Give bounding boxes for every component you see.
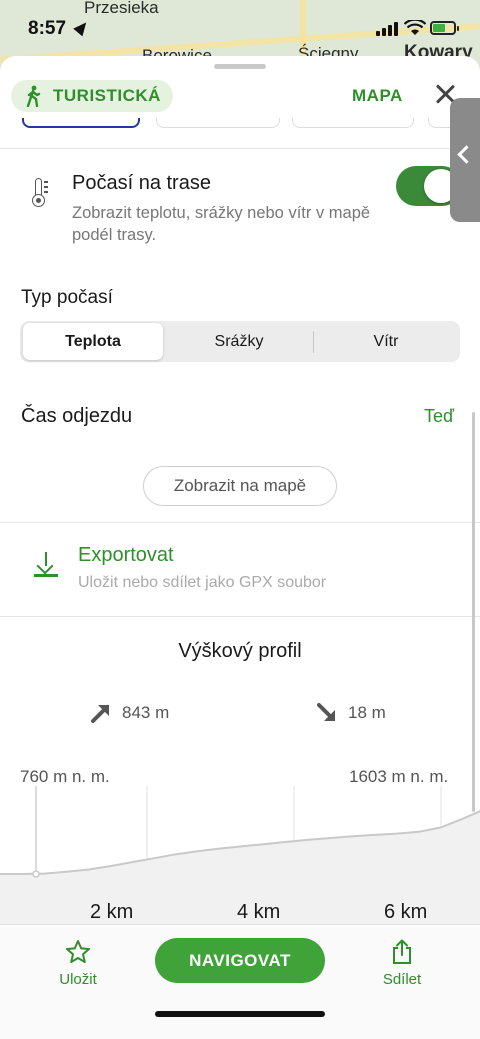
wifi-icon [403, 18, 427, 41]
weather-title: Počasí na trase [72, 172, 211, 194]
download-icon [34, 552, 58, 577]
weather-on-route-row: Počasí na trase Zobrazit teplotu, srážky… [0, 166, 480, 246]
arrow-up-right-icon [91, 705, 109, 723]
location-arrow-icon [73, 18, 91, 37]
elevation-max-label: 1603 m n. m. [349, 767, 449, 786]
elevation-min-label: 760 m n. m. [20, 767, 110, 786]
save-label: Uložit [59, 971, 97, 988]
export-description: Uložit nebo sdílet jako GPX soubor [78, 574, 327, 591]
thermometer-icon [32, 178, 48, 207]
elevation-profile-title: Výškový profil [178, 640, 302, 662]
share-button[interactable]: Sdílet [362, 939, 442, 988]
weather-type-segmented-control: Teplota Srážky Vítr [20, 321, 460, 362]
bottom-action-bar: Uložit NAVIGOVAT Sdílet [0, 924, 480, 1039]
segment-wind[interactable]: Vítr [316, 323, 456, 360]
divider [0, 148, 480, 149]
descent-value: 18 m [348, 703, 386, 722]
descent-stat: 18 m [316, 702, 386, 724]
segment-precipitation[interactable]: Srážky [168, 323, 310, 360]
mode-label: TURISTICKÁ [53, 86, 161, 105]
status-bar: 8:57 [0, 0, 480, 56]
star-icon [66, 940, 90, 963]
km-label-2: 2 km [90, 901, 134, 923]
profile-cursor-dot[interactable] [32, 870, 40, 878]
arrow-down-right-icon [317, 703, 335, 721]
route-options-strip [0, 118, 480, 130]
ascent-stat: 843 m [90, 702, 169, 724]
mode-pill[interactable]: TURISTICKÁ [11, 80, 173, 112]
segment-separator [313, 331, 314, 353]
save-button[interactable]: Uložit [38, 939, 118, 988]
km-label-4: 4 km [237, 901, 281, 923]
divider [0, 616, 480, 617]
route-option-chip[interactable] [22, 118, 140, 128]
chevron-left-icon [457, 145, 476, 164]
hiker-icon [26, 85, 41, 107]
weather-description: Zobrazit teplotu, srážky nebo vítr v map… [72, 204, 371, 244]
side-panel-handle[interactable] [450, 98, 480, 222]
export-title: Exportovat [78, 544, 174, 566]
share-label: Sdílet [382, 971, 422, 988]
signal-icon [376, 22, 398, 36]
route-option-chip[interactable] [292, 118, 414, 128]
status-time: 8:57 [28, 18, 67, 39]
departure-time-label: Čas odjezdu [21, 405, 133, 427]
ascent-value: 843 m [122, 703, 170, 722]
share-icon [393, 939, 411, 964]
home-indicator [155, 1011, 325, 1017]
departure-time-value[interactable]: Teď [424, 406, 454, 427]
navigate-button[interactable]: NAVIGOVAT [155, 938, 325, 983]
km-label-6: 6 km [384, 901, 428, 923]
segment-temperature[interactable]: Teplota [23, 323, 163, 360]
route-option-chip[interactable] [156, 118, 280, 128]
scroll-indicator[interactable] [472, 412, 475, 812]
weather-type-label: Typ počasí [21, 287, 113, 308]
export-row[interactable]: Exportovat Uložit nebo sdílet jako GPX s… [0, 522, 480, 616]
battery-icon [430, 21, 459, 35]
map-button[interactable]: MAPA [352, 86, 403, 106]
sheet-grabber[interactable] [214, 64, 266, 69]
route-detail-sheet: TURISTICKÁ MAPA Počasí na trase Zobrazit… [0, 56, 480, 1039]
sheet-header: TURISTICKÁ MAPA [0, 76, 480, 116]
show-on-map-button[interactable]: Zobrazit na mapě [143, 466, 337, 506]
